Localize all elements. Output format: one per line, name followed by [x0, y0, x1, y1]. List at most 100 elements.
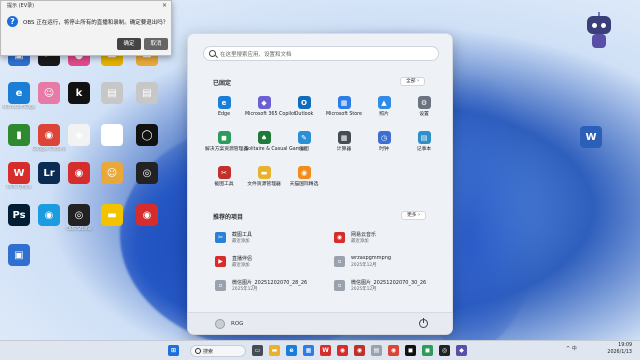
pinned-app-label: Outlook [294, 112, 314, 117]
pinned-app-label: 计算器 [336, 147, 352, 152]
desktop-app-icon: e [8, 82, 30, 104]
recommended-item-name: 网易云音乐 [351, 232, 377, 238]
taskbar-wps-icon[interactable]: W [320, 345, 331, 356]
desktop-icon[interactable]: ▣ [2, 244, 36, 267]
recommended-item-icon: ▶ [215, 256, 226, 267]
robot-mascot-icon [585, 12, 615, 52]
cancel-button[interactable]: 取消 [144, 38, 168, 50]
recommended-item[interactable]: ▶ 直播伴侣 最近添加 [215, 254, 335, 270]
pinned-app-label: 画图 [299, 147, 309, 152]
desktop-icon[interactable]: Ps [2, 204, 36, 227]
dialog-close-icon[interactable]: × [162, 1, 167, 11]
desktop-icon[interactable]: ◎ [130, 162, 164, 185]
taskbar-app-green-icon[interactable]: ◼ [422, 345, 433, 356]
pinned-app[interactable]: ◷ 时钟 [365, 131, 403, 153]
pinned-app-label: 设置 [419, 112, 429, 117]
pinned-app-icon: ▦ [337, 131, 351, 144]
pinned-app[interactable]: ▲ 照片 [365, 96, 403, 118]
all-apps-button[interactable]: 全部 › [400, 77, 426, 86]
taskbar-app-red-icon[interactable]: ◉ [337, 345, 348, 356]
pinned-app[interactable]: ⚙ 设置 [405, 96, 443, 118]
pinned-app-icon: ♠ [257, 131, 271, 144]
recommended-item-icon: ▫ [334, 280, 345, 291]
more-button[interactable]: 更多 › [401, 211, 427, 220]
pinned-app[interactable]: ▤ 记事本 [405, 131, 443, 153]
recommended-item-icon: ✂ [215, 232, 226, 243]
desktop-icon[interactable]: ▮ [2, 124, 36, 147]
desktop-icon[interactable]: ▬ [95, 204, 129, 227]
desktop-icon[interactable]: ◉ Google Chrome [32, 124, 66, 152]
taskbar-start-icon[interactable]: ⊞ [168, 345, 179, 356]
pinned-app[interactable]: ◆ Microsoft 365 Copilot [245, 96, 296, 118]
recommended-item[interactable]: ◉ 网易云音乐 最近添加 [334, 230, 454, 246]
user-name[interactable]: ROG [231, 321, 243, 327]
desktop-icon[interactable]: ◉ [32, 204, 66, 227]
desktop-icon[interactable]: ▤ [95, 82, 129, 105]
desktop-icon[interactable]: Lr [32, 162, 66, 185]
pinned-app[interactable]: ◉ 天猫国际精选 [285, 166, 323, 188]
desktop-icon[interactable]: ☺ [32, 82, 66, 105]
pinned-app-label: 天猫国际精选 [289, 182, 319, 187]
start-footer: ROG [188, 312, 452, 334]
pinned-app[interactable]: O Outlook [285, 96, 323, 118]
desktop-app-icon: ▤ [136, 82, 158, 104]
pinned-app[interactable]: ◼ 解决方案资源管理器 [205, 131, 248, 153]
desktop-app-icon: ◉ [68, 162, 90, 184]
desktop-icon[interactable]: ◉ [130, 204, 164, 227]
pinned-app-label: 时钟 [379, 147, 389, 152]
desktop-icon[interactable]: ◎ OBS Studio [62, 204, 96, 232]
taskbar-search-icon [195, 348, 201, 354]
ok-button[interactable]: 确定 [117, 38, 141, 50]
desktop-app-icon: W [8, 162, 30, 184]
desktop-icon[interactable]: k [62, 82, 96, 105]
pinned-app-label: 文件资源管理器 [247, 182, 281, 187]
desktop-icon[interactable]: e Microsoft Edge [2, 82, 36, 110]
taskbar-app-purple-icon[interactable]: ◆ [456, 345, 467, 356]
pinned-app-label: Solitaire & Casual Games [245, 147, 306, 152]
clock[interactable]: 19:09 2026/1/13 [607, 343, 632, 356]
taskbar-app-dark-icon[interactable]: ◼ [405, 345, 416, 356]
pinned-app[interactable]: ✎ 画图 [285, 131, 323, 153]
pinned-app[interactable]: ▦ 计算器 [325, 131, 363, 153]
recommended-item[interactable]: ✂ 截图工具 最近添加 [215, 230, 335, 246]
desktop-icon[interactable]: ◉ [62, 162, 96, 185]
taskbar-app-netease-icon[interactable]: ◉ [354, 345, 365, 356]
taskbar-chrome-icon[interactable]: ◉ [388, 345, 399, 356]
desktop-app-icon: k [68, 82, 90, 104]
desktop-document-icon[interactable]: W [574, 126, 608, 149]
taskbar-obs-icon[interactable]: ◎ [439, 345, 450, 356]
pinned-app-label: 照片 [379, 112, 389, 117]
pinned-app-icon: ✎ [297, 131, 311, 144]
desktop-icon[interactable]: W WPS Office [2, 162, 36, 190]
taskbar-search-box[interactable]: 搜索 [190, 345, 246, 357]
pinned-app[interactable]: ▦ Microsoft Store [325, 96, 363, 118]
pinned-app-icon: ◼ [217, 131, 231, 144]
pinned-app[interactable]: ✂ 截图工具 [205, 166, 243, 188]
taskbar-store-icon[interactable]: ▦ [303, 345, 314, 356]
taskbar-edge-icon[interactable]: e [286, 345, 297, 356]
desktop-icon[interactable]: ☺ [95, 162, 129, 185]
desktop-icon[interactable]: ◯ [130, 124, 164, 147]
start-search-input[interactable]: 在这里搜索应用、设置和文档 [203, 46, 439, 61]
taskbar-file-explorer-icon[interactable]: ▬ [269, 345, 280, 356]
pinned-app-icon: ◷ [377, 131, 391, 144]
pinned-app[interactable]: ▬ 文件资源管理器 [245, 166, 283, 188]
recommended-item[interactable]: ▫ 微信图片_20251202070_28_26 2025年12月 [215, 278, 335, 294]
pinned-app[interactable]: ♠ Solitaire & Casual Games [245, 131, 306, 153]
desktop-icon[interactable]: ♥ [95, 124, 129, 147]
word-file-icon: W [580, 126, 602, 148]
pinned-app[interactable]: e Edge [205, 96, 243, 118]
power-icon[interactable] [419, 318, 428, 328]
recommended-item-subtitle: 2025年12月 [351, 263, 377, 268]
desktop-icon[interactable]: ▤ [130, 82, 164, 105]
taskbar-task-view-icon[interactable]: ▭ [252, 345, 263, 356]
taskbar-app-doc-icon[interactable]: ▤ [371, 345, 382, 356]
system-tray[interactable]: ^ 中 [566, 345, 577, 352]
recommended-item-subtitle: 2025年12月 [232, 287, 258, 292]
desktop-app-icon: ◯ [136, 124, 158, 146]
avatar[interactable] [215, 319, 225, 329]
recommended-item[interactable]: ▫ wrzaspgmmpng 2025年12月 [334, 254, 454, 270]
desktop-icon[interactable]: ◈ [62, 124, 96, 147]
recommended-item[interactable]: ▫ 微信图片_20251202070_30_26 2025年12月 [334, 278, 454, 294]
pinned-app-icon: ◆ [257, 96, 271, 109]
